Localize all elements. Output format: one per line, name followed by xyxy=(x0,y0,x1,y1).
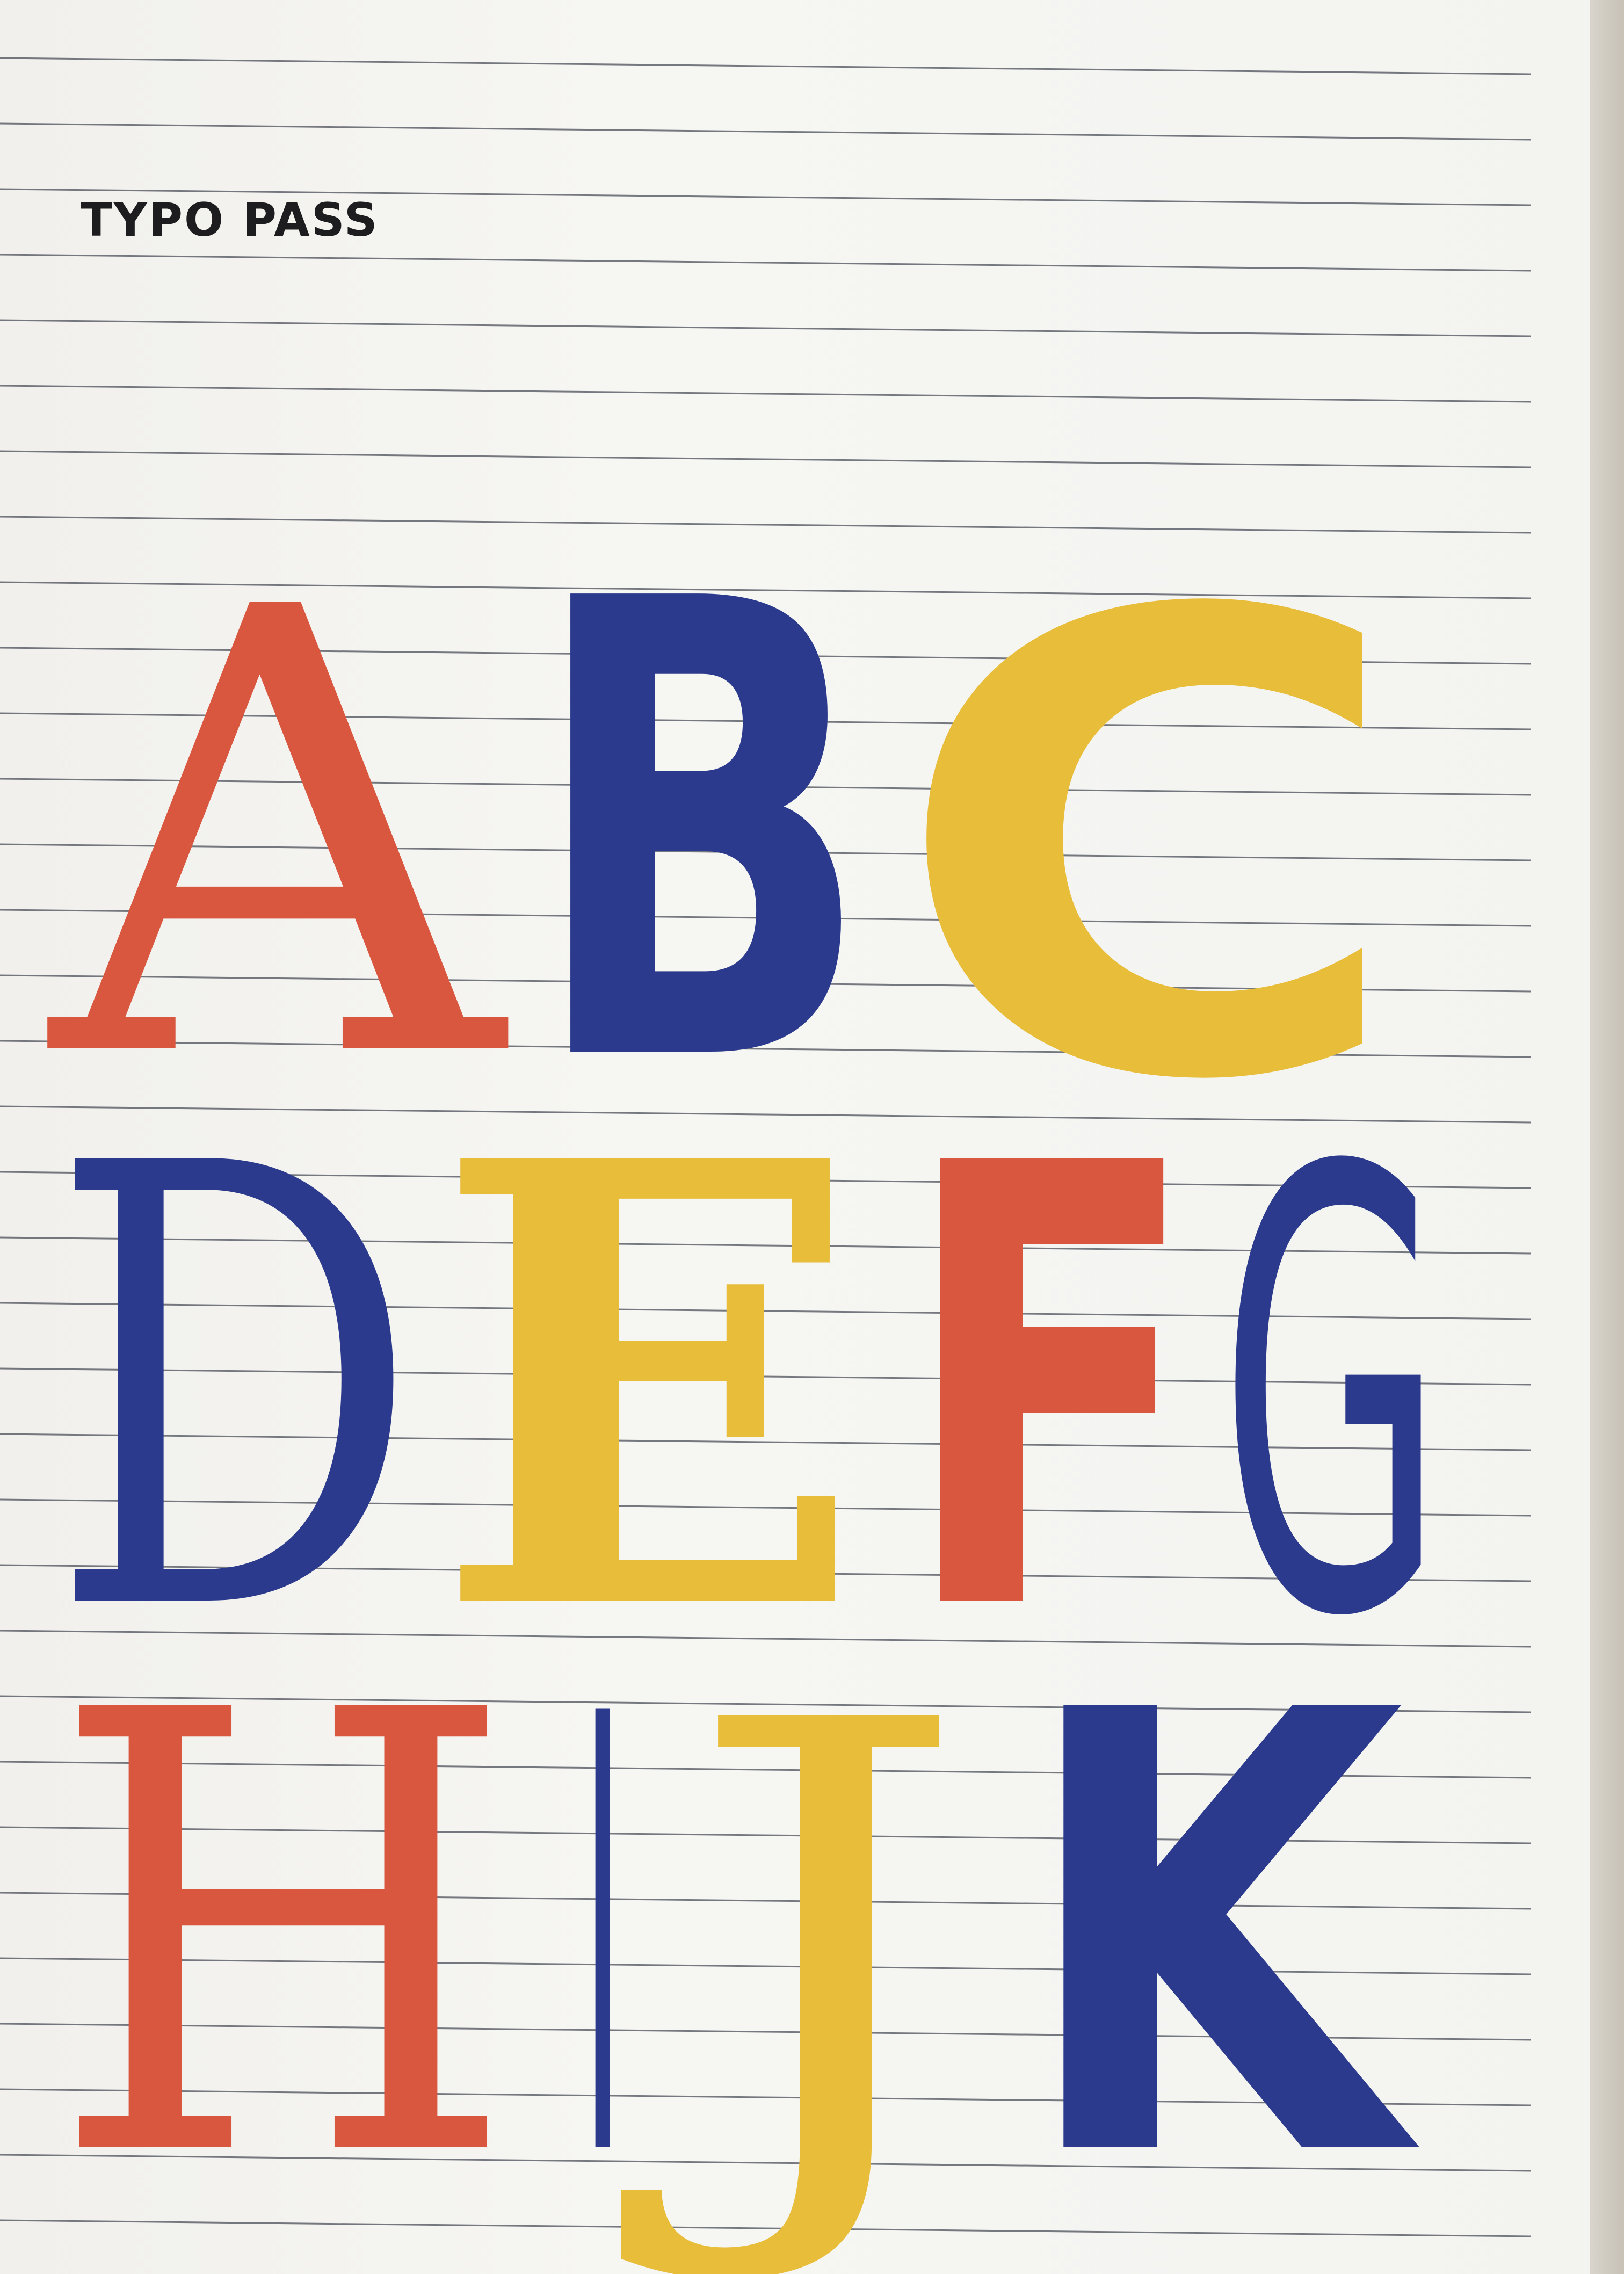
letter-h: H xyxy=(49,1584,517,2274)
letter-k: K xyxy=(1018,1584,1423,2274)
letter-i: I xyxy=(581,1589,624,2274)
cover-edge xyxy=(1590,0,1624,2274)
notebook-cover: TYPO PASS A B C D E F G H I J K xyxy=(0,0,1590,2274)
alphabet-artwork: A B C D E F G H I J K xyxy=(41,468,1445,2274)
